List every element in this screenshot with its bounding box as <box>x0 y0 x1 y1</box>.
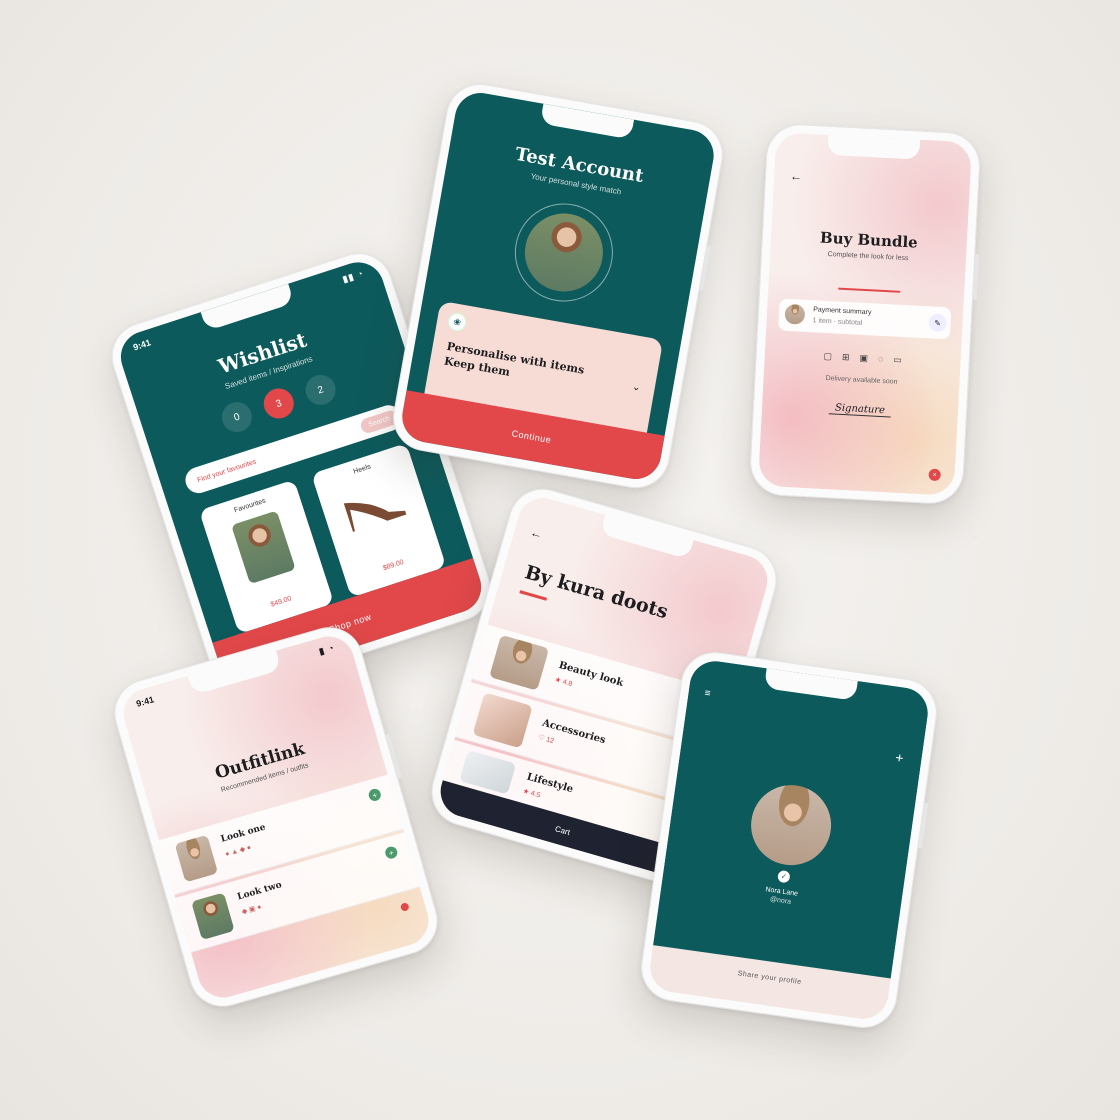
profile-screen: ≡ + ✓ Nora Lane @nora Share your profile <box>646 657 932 1023</box>
item-icons: ◆ ▣ ● <box>241 903 263 916</box>
status-time: 9:41 <box>131 337 153 353</box>
verified-icon: ✓ <box>777 869 791 884</box>
bag-icon[interactable]: ▢ <box>823 351 832 362</box>
product-image <box>231 510 296 585</box>
add-button[interactable]: + <box>383 845 399 861</box>
card-icon[interactable]: ▭ <box>893 355 902 366</box>
notch <box>827 134 921 160</box>
delivery-note: Delivery available soon <box>825 375 898 386</box>
menu-icon[interactable]: ≡ <box>704 688 711 700</box>
back-arrow-icon[interactable]: ← <box>529 525 544 542</box>
progress-line <box>838 287 901 293</box>
notch <box>539 103 635 140</box>
summary-sub: 1 item · subtotal <box>812 317 863 327</box>
notch <box>599 514 694 560</box>
phone-outfit-link: 9:41 ▮ ◔ Outfitlink Recommended items / … <box>106 619 446 1015</box>
buy-bundle-screen: ← Buy Bundle Complete the look for less … <box>757 132 973 496</box>
item-meta: ★ 4.8 <box>553 676 574 689</box>
item-thumbnail <box>191 892 235 941</box>
item-icons: ● ▲ ◆ ● <box>224 844 253 859</box>
item-thumbnail <box>472 692 533 749</box>
signature-field[interactable]: Signature <box>828 402 892 418</box>
edit-icon[interactable]: ✎ <box>928 313 948 333</box>
outfit-link-screen: 9:41 ▮ ◔ Outfitlink Recommended items / … <box>117 630 435 1004</box>
summary-row[interactable]: Payment summary 1 item · subtotal ✎ <box>778 298 952 340</box>
status-time: 9:41 <box>135 694 156 709</box>
rating-strip <box>519 590 548 601</box>
item-meta: ★ 4.5 <box>521 787 542 800</box>
add-button[interactable]: + <box>367 787 383 803</box>
item-name: Look two <box>236 880 283 903</box>
back-arrow-icon[interactable]: ← <box>790 169 803 184</box>
item-thumbnail <box>489 634 550 691</box>
status-bar: 9:41 ▮ ◔ <box>135 642 336 709</box>
notification-dot-icon[interactable] <box>399 902 410 912</box>
chevron-down-icon[interactable]: ⌄ <box>631 382 641 394</box>
avatar <box>784 303 806 325</box>
item-thumbnail <box>174 834 219 883</box>
avatar-ring <box>507 195 621 310</box>
plus-icon[interactable]: + <box>894 749 904 766</box>
item-name: Look one <box>219 822 267 845</box>
chat-icon[interactable]: ◌ <box>878 354 884 365</box>
tab-cart[interactable]: Cart <box>554 824 571 837</box>
phone-profile: ≡ + ✓ Nora Lane @nora Share your profile <box>636 647 942 1033</box>
summary-label: Payment summary <box>812 306 872 317</box>
brand-icon: ❀ <box>447 312 467 332</box>
test-account-screen: Test Account Your personal style match ❀… <box>398 88 718 484</box>
signal-icon: ▮▮ ◔ <box>341 268 366 285</box>
box-icon[interactable]: ▣ <box>859 353 868 364</box>
phone-test-account: Test Account Your personal style match ❀… <box>387 78 729 494</box>
filter-all-button[interactable]: 0 <box>218 398 256 437</box>
gift-icon[interactable]: ⊞ <box>842 352 850 363</box>
page-title: By kura doots <box>522 561 671 624</box>
signal-icon: ▮ ◔ <box>317 642 336 657</box>
heel-image <box>337 477 410 535</box>
filter-other-button[interactable]: 2 <box>301 371 340 409</box>
phone-buy-bundle: ← Buy Bundle Complete the look for less … <box>748 122 982 506</box>
filter-active-button[interactable]: 3 <box>259 384 298 423</box>
avatar <box>745 779 837 871</box>
close-icon[interactable]: × <box>928 468 941 482</box>
item-meta: ♡ 12 <box>537 734 555 746</box>
avatar <box>518 207 610 298</box>
profile-hero: ≡ + ✓ Nora Lane @nora <box>653 657 932 979</box>
